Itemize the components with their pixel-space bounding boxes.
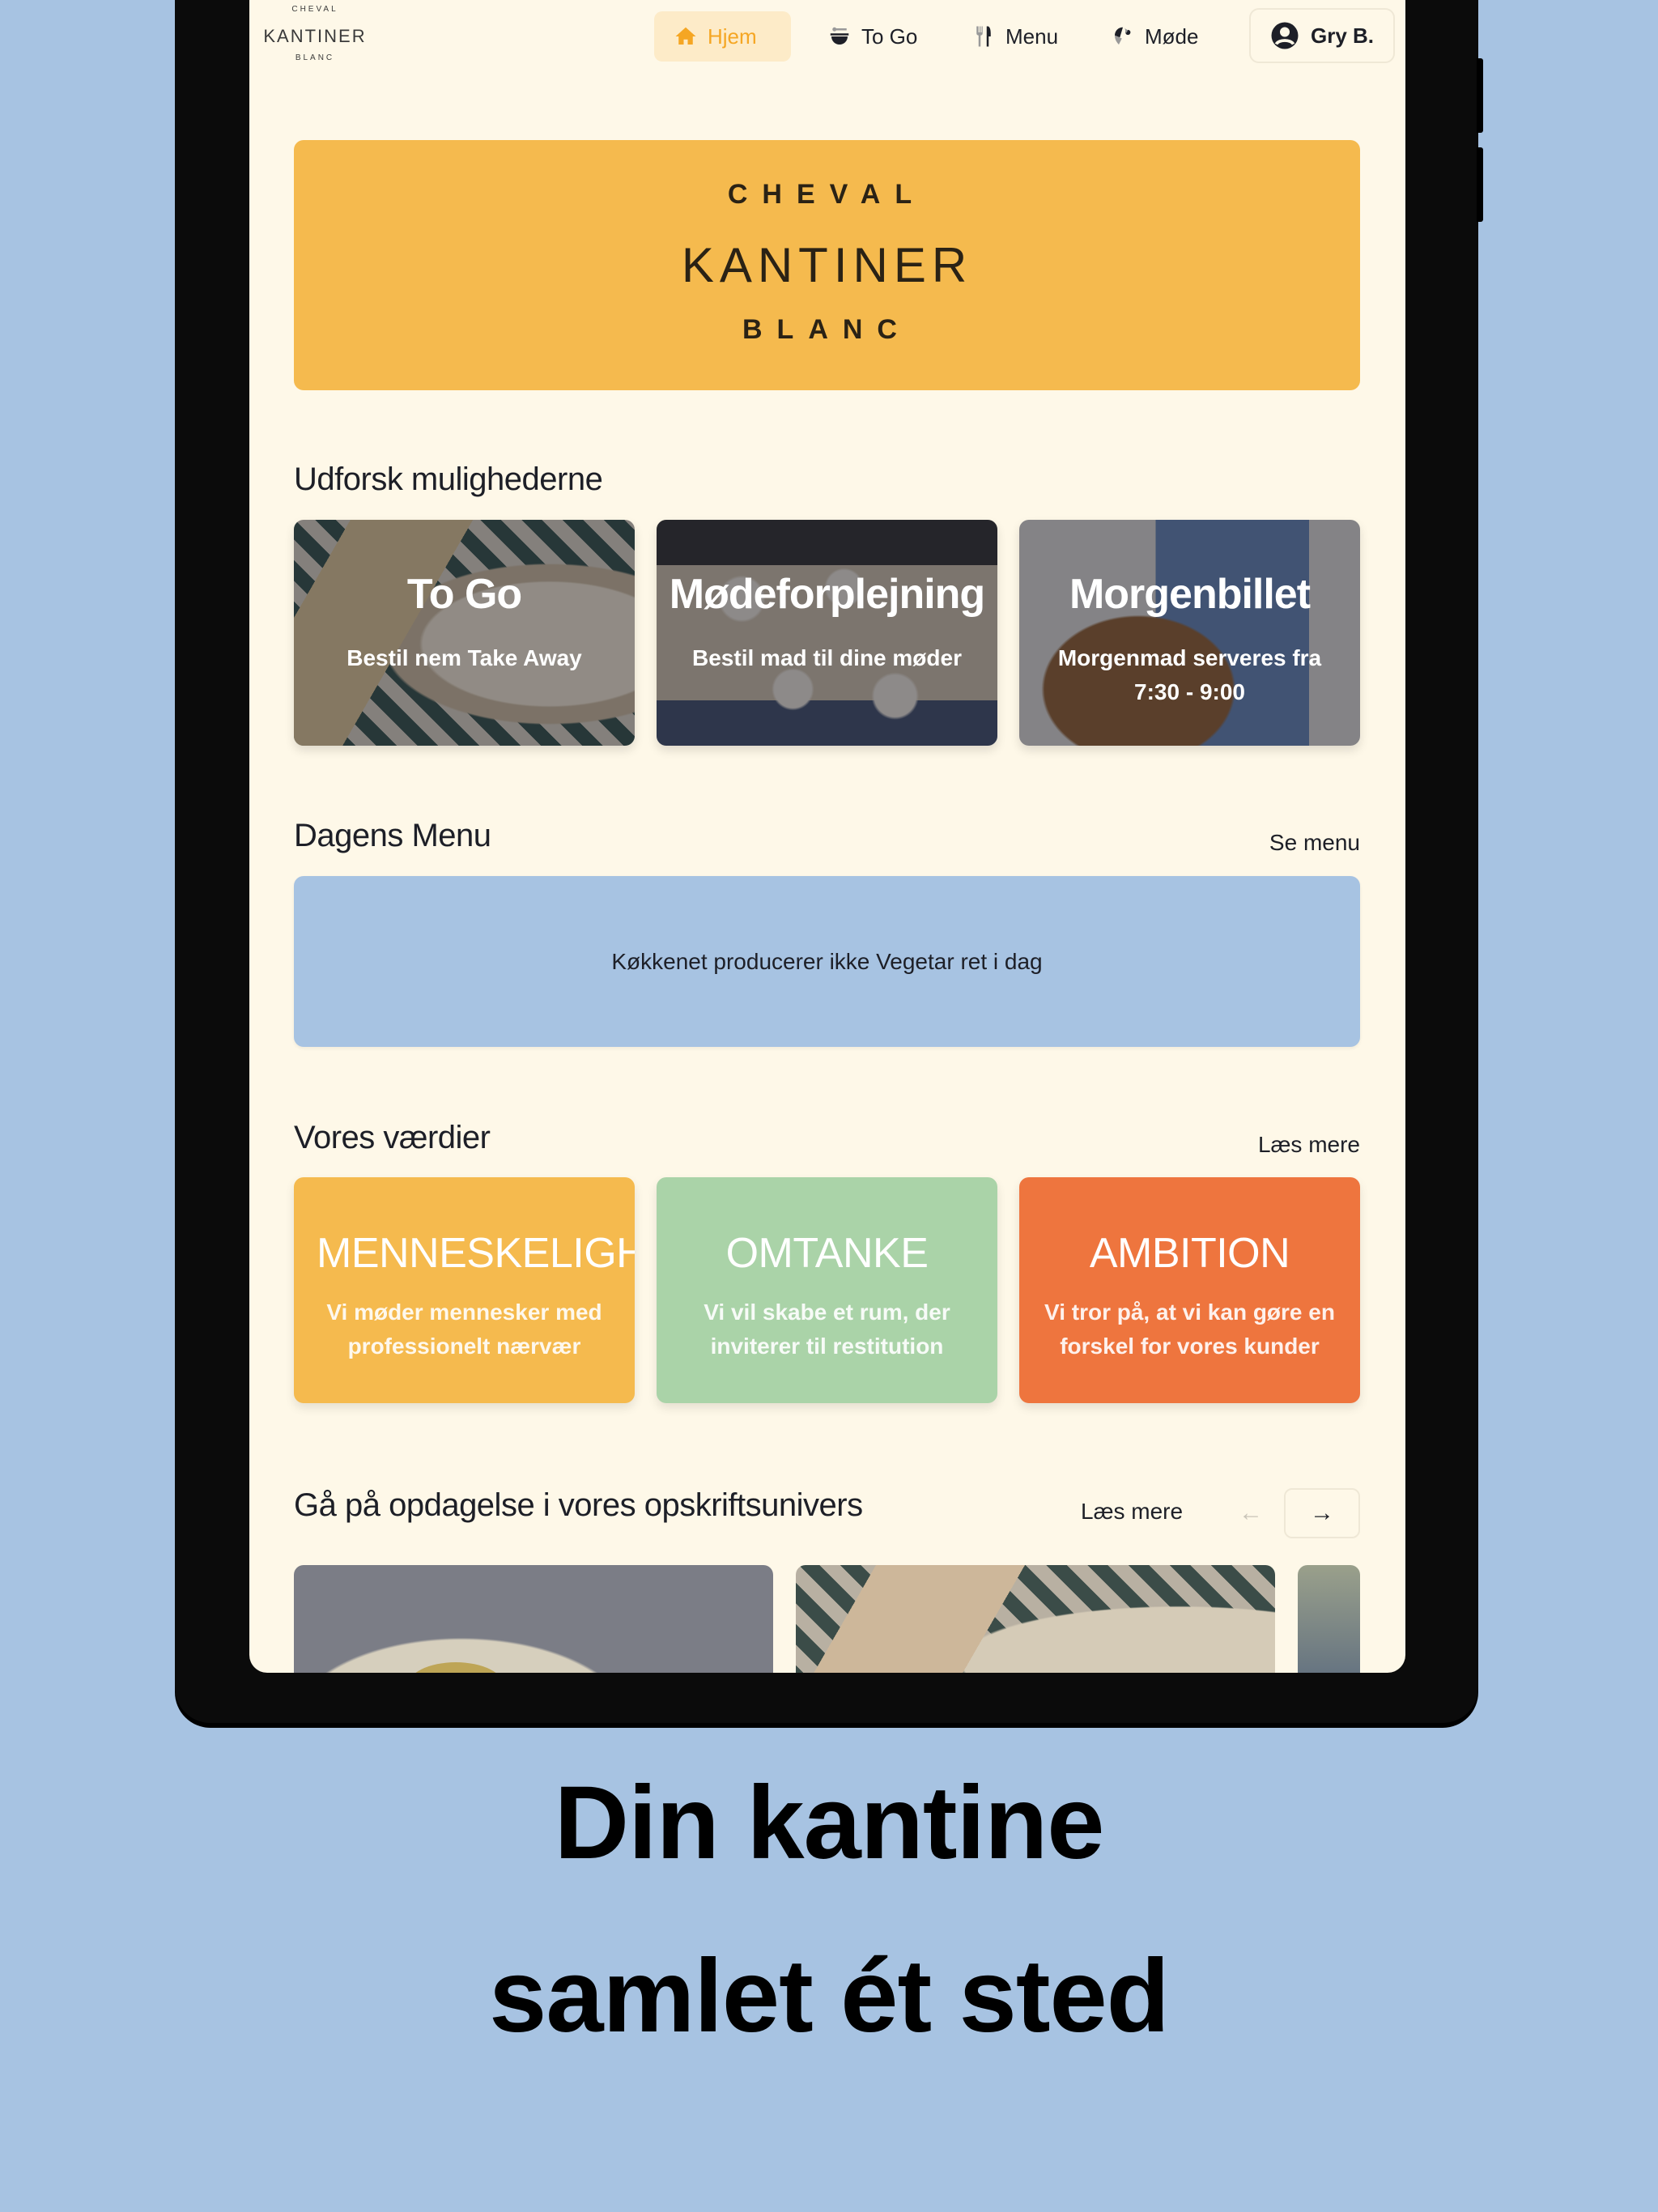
- nav-item-mode[interactable]: Møde: [1091, 11, 1218, 62]
- tagline-line-1: Din kantine: [554, 1765, 1105, 1881]
- user-name: Gry B.: [1310, 23, 1375, 48]
- values-read-more-link[interactable]: Læs mere: [1258, 1132, 1360, 1158]
- bowl-icon: [830, 27, 849, 45]
- nav-item-label: Møde: [1145, 23, 1199, 49]
- volume-down-button: [1477, 147, 1483, 222]
- user-profile-button[interactable]: Gry B.: [1249, 8, 1395, 63]
- hero-logo-top: CHEVAL: [727, 179, 927, 210]
- logo-main-text: KANTINER: [263, 26, 367, 46]
- explore-card-to-go[interactable]: To Go Bestil nem Take Away: [294, 520, 635, 746]
- nav-item-hjem[interactable]: Hjem: [654, 11, 791, 62]
- recipes-heading: Gå på opdagelse i vores opskriftsunivers: [294, 1487, 863, 1523]
- value-text: Vi tror på, at vi kan gøre en forskel fo…: [1044, 1300, 1335, 1359]
- card-subtitle: Bestil nem Take Away: [346, 645, 582, 670]
- volume-up-button: [1477, 58, 1483, 133]
- explore-card-moedeforplejning[interactable]: Mødeforplejning Bestil mad til dine møde…: [657, 520, 997, 746]
- card-subtitle: Bestil mad til dine møder: [692, 645, 962, 670]
- value-title: MENNESKELIGHED: [317, 1230, 635, 1277]
- value-card-omtanke[interactable]: OMTANKE Vi vil skabe et rum, der inviter…: [657, 1177, 997, 1403]
- brand-logo[interactable]: CHEVAL KANTINER BLANC: [261, 3, 369, 68]
- value-card-menneskelighed[interactable]: MENNESKELIGHED Vi møder mennesker med pr…: [294, 1177, 635, 1403]
- nav-item-to-go[interactable]: To Go: [808, 11, 937, 62]
- arrow-left-icon: ←: [1239, 1499, 1263, 1526]
- top-nav: CHEVAL KANTINER BLANC Hjem To Go Menu Mø…: [249, 0, 1405, 71]
- value-card-ambition[interactable]: AMBITION Vi tror på, at vi kan gøre en f…: [1019, 1177, 1360, 1403]
- recipe-card[interactable]: [294, 1565, 773, 1673]
- hero-logo-main: KANTINER: [681, 238, 973, 292]
- daily-menu-message: Køkkenet producerer ikke Vegetar ret i d…: [611, 948, 1043, 974]
- see-menu-link[interactable]: Se menu: [1269, 830, 1360, 856]
- value-title: AMBITION: [1089, 1230, 1290, 1277]
- nav-item-label: To Go: [861, 23, 918, 49]
- card-subtitle: Morgenmad serveres fra 7:30 - 9:00: [1057, 645, 1322, 704]
- recipes-read-more-link[interactable]: Læs mere: [1081, 1499, 1183, 1525]
- arrow-right-icon: →: [1310, 1499, 1334, 1526]
- daily-menu-box: Køkkenet producerer ikke Vegetar ret i d…: [294, 876, 1360, 1047]
- carousel-next-button[interactable]: →: [1284, 1488, 1360, 1538]
- values-heading: Vores værdier: [294, 1120, 491, 1155]
- user-circle-icon: [1271, 22, 1299, 49]
- recipe-card[interactable]: [796, 1565, 1275, 1673]
- nav-item-menu[interactable]: Menu: [952, 11, 1078, 62]
- carousel-prev-button[interactable]: ←: [1213, 1488, 1289, 1538]
- app-screen: CHEVAL KANTINER BLANC Hjem To Go Menu Mø…: [249, 0, 1405, 1673]
- tagline-line-2: samlet ét sted: [489, 1938, 1170, 2054]
- value-text: Vi vil skabe et rum, der inviterer til r…: [704, 1300, 950, 1359]
- hero-logo-bottom: BLANC: [742, 314, 912, 345]
- croissant-icon: [1115, 27, 1131, 45]
- fork-knife-icon: [976, 26, 991, 47]
- home-icon: [675, 27, 696, 45]
- explore-heading: Udforsk mulighederne: [294, 462, 603, 497]
- hero-logo: CHEVAL KANTINER BLANC: [294, 140, 1360, 390]
- recipe-card[interactable]: [1298, 1565, 1360, 1673]
- hero-banner: CHEVAL KANTINER BLANC: [294, 140, 1360, 390]
- nav-item-label: Menu: [1005, 23, 1059, 49]
- explore-card-morgenbillet[interactable]: Morgenbillet Morgenmad serveres fra 7:30…: [1019, 520, 1360, 746]
- logo-bottom-text: BLANC: [295, 53, 335, 62]
- value-text: Vi møder mennesker med professionelt nær…: [326, 1300, 602, 1359]
- logo-top-text: CHEVAL: [291, 5, 338, 14]
- nav-item-label: Hjem: [708, 23, 757, 49]
- card-title: Morgenbillet: [1069, 571, 1311, 618]
- daily-menu-heading: Dagens Menu: [294, 818, 491, 853]
- card-title: Mødeforplejning: [669, 571, 985, 618]
- card-title: To Go: [406, 571, 522, 618]
- value-title: OMTANKE: [725, 1230, 929, 1277]
